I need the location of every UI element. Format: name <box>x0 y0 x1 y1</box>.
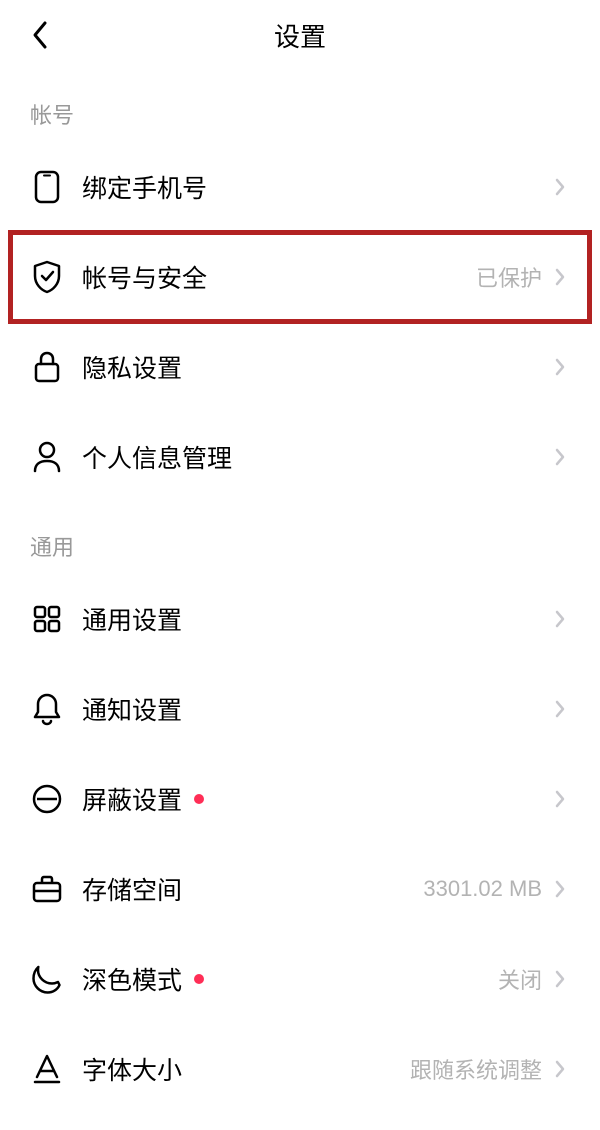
chevron-right-icon <box>550 789 570 809</box>
item-block[interactable]: 屏蔽设置 <box>0 754 600 844</box>
item-label: 屏蔽设置 <box>82 781 182 817</box>
chevron-right-icon <box>550 879 570 899</box>
chevron-right-icon <box>550 357 570 377</box>
chevron-right-icon <box>550 609 570 629</box>
lock-icon <box>30 350 64 384</box>
block-icon <box>30 782 64 816</box>
chevron-right-icon <box>550 447 570 467</box>
item-label: 隐私设置 <box>82 349 182 385</box>
chevron-right-icon <box>550 969 570 989</box>
grid-icon <box>30 602 64 636</box>
item-label: 帐号与安全 <box>82 259 207 295</box>
badge-dot <box>194 974 204 984</box>
chevron-left-icon <box>31 20 49 50</box>
page-title: 设置 <box>274 17 326 54</box>
shield-check-icon <box>30 260 64 294</box>
chevron-right-icon <box>550 699 570 719</box>
item-value: 关闭 <box>498 963 542 995</box>
item-account-security[interactable]: 帐号与安全 已保护 <box>0 232 600 322</box>
item-value: 3301.02 MB <box>423 876 542 902</box>
user-icon <box>30 440 64 474</box>
item-label: 深色模式 <box>82 961 182 997</box>
briefcase-icon <box>30 872 64 906</box>
section-header-general: 通用 <box>0 502 600 574</box>
item-label: 字体大小 <box>82 1051 182 1087</box>
bell-icon <box>30 692 64 726</box>
chevron-right-icon <box>550 177 570 197</box>
item-label: 绑定手机号 <box>82 169 207 205</box>
item-bind-phone[interactable]: 绑定手机号 <box>0 142 600 232</box>
item-font-size[interactable]: 字体大小 跟随系统调整 <box>0 1024 600 1114</box>
header: 设置 <box>0 0 600 70</box>
item-value: 跟随系统调整 <box>410 1053 542 1085</box>
back-button[interactable] <box>20 15 60 55</box>
badge-dot <box>194 794 204 804</box>
item-general-settings[interactable]: 通用设置 <box>0 574 600 664</box>
item-storage[interactable]: 存储空间 3301.02 MB <box>0 844 600 934</box>
item-label: 个人信息管理 <box>82 439 232 475</box>
phone-icon <box>30 170 64 204</box>
item-notification[interactable]: 通知设置 <box>0 664 600 754</box>
item-label: 通用设置 <box>82 601 182 637</box>
item-label: 通知设置 <box>82 691 182 727</box>
font-icon <box>30 1052 64 1086</box>
item-label: 存储空间 <box>82 871 182 907</box>
chevron-right-icon <box>550 267 570 287</box>
moon-icon <box>30 962 64 996</box>
item-personal-info[interactable]: 个人信息管理 <box>0 412 600 502</box>
chevron-right-icon <box>550 1059 570 1079</box>
item-dark-mode[interactable]: 深色模式 关闭 <box>0 934 600 1024</box>
item-value: 已保护 <box>476 261 542 293</box>
section-header-account: 帐号 <box>0 70 600 142</box>
item-privacy[interactable]: 隐私设置 <box>0 322 600 412</box>
